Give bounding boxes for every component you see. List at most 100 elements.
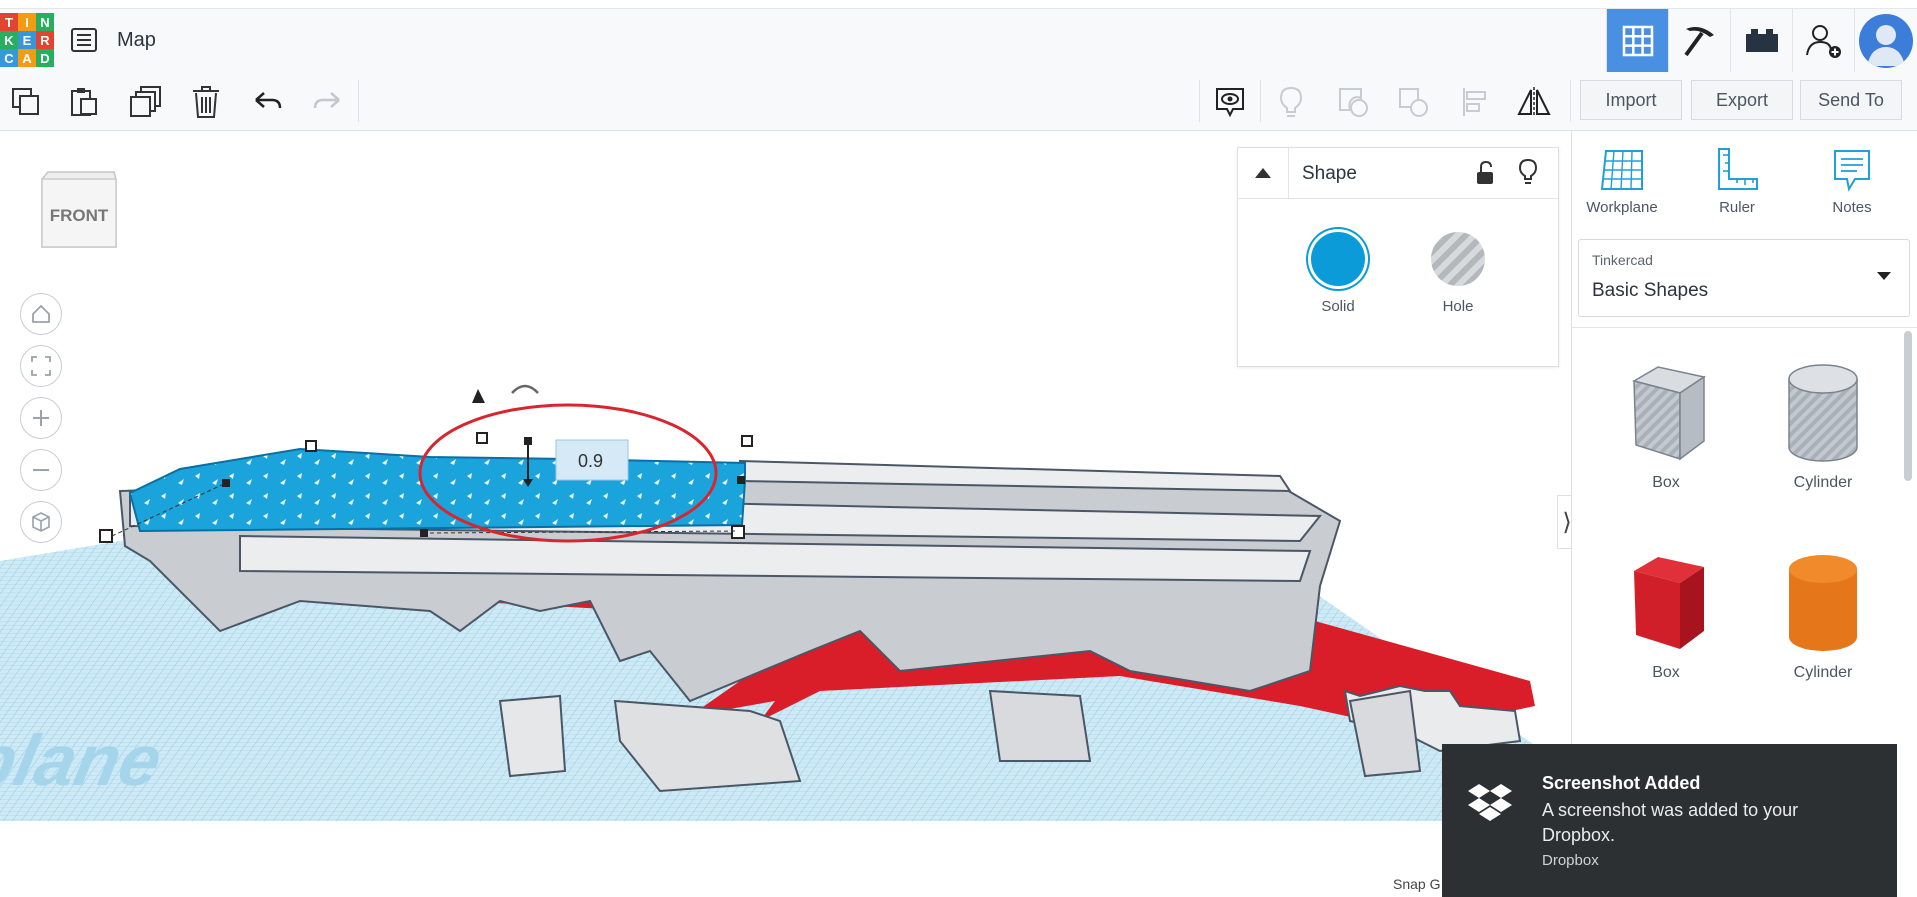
mirror-button[interactable]	[1514, 82, 1554, 122]
shape-label: Box	[1652, 474, 1680, 491]
grid-view-button[interactable]	[1606, 9, 1668, 72]
logo-letter: A	[18, 49, 36, 67]
logo-letter: E	[18, 31, 36, 49]
hide-toggle[interactable]	[1518, 158, 1538, 191]
ruler-tool[interactable]: Ruler	[1687, 147, 1787, 216]
hole-label: Hole	[1442, 298, 1474, 315]
duplicate-icon	[130, 86, 161, 117]
shape-card-cylinder[interactable]: Cylinder	[1763, 359, 1883, 492]
panel-divider	[1572, 327, 1917, 328]
mirror-icon	[1517, 87, 1551, 117]
invite-button[interactable]	[1792, 9, 1854, 72]
selected-state-top[interactable]	[128, 447, 746, 533]
blocks-button[interactable]	[1730, 9, 1792, 72]
zoom-in-button[interactable]	[20, 397, 62, 439]
show-icon	[1216, 88, 1244, 118]
workplane-tool[interactable]: Workplane	[1572, 147, 1672, 216]
dimension-input[interactable]: 0.9	[578, 451, 603, 471]
shape-card-cylinder[interactable]: Cylinder	[1763, 549, 1883, 682]
workplane-watermark: orkplane	[0, 721, 169, 801]
design-title[interactable]: Map	[117, 29, 156, 52]
ungroup-button[interactable]	[1393, 82, 1433, 122]
toast-title: Screenshot Added	[1542, 773, 1701, 793]
logo-letter: R	[36, 31, 54, 49]
build-button[interactable]	[1668, 9, 1730, 72]
zoom-out-button[interactable]	[20, 449, 62, 491]
edit-toolbar: Import Export Send To	[0, 72, 1917, 131]
dropbox-icon	[1468, 782, 1512, 827]
shape-card-box[interactable]: Box	[1606, 549, 1726, 682]
inspector-header: Shape	[1238, 148, 1558, 199]
lift-arrow-icon[interactable]	[472, 389, 485, 403]
toast-message: A screenshot was added to your Dropbox.	[1542, 800, 1799, 845]
solid-swatch[interactable]	[1311, 232, 1365, 286]
send-to-button[interactable]: Send To	[1800, 80, 1902, 120]
home-view-button[interactable]	[20, 293, 62, 335]
align-button[interactable]	[1455, 82, 1495, 122]
delete-button[interactable]	[186, 82, 226, 122]
paste-button[interactable]	[64, 82, 104, 122]
light-bulb-icon	[1518, 158, 1538, 184]
shape-card-box[interactable]: Box	[1606, 359, 1726, 492]
perspective-button[interactable]	[20, 501, 62, 543]
notes-tool[interactable]: Notes	[1802, 147, 1902, 216]
tinkercad-logo[interactable]: T I N K E R C A D	[0, 13, 54, 67]
profile-button[interactable]	[1854, 9, 1917, 72]
delete-icon	[193, 86, 219, 118]
grid-view-icon	[1622, 25, 1653, 56]
logo-letter: K	[0, 31, 18, 49]
light-bulb-button[interactable]	[1271, 82, 1311, 122]
collapse-inspector-button[interactable]	[1238, 148, 1289, 198]
solid-option[interactable]: Solid	[1298, 232, 1378, 315]
workplane-icon	[1600, 150, 1643, 190]
ruler-label: Ruler	[1719, 199, 1755, 216]
lock-toggle[interactable]	[1474, 160, 1496, 191]
group-button[interactable]	[1333, 82, 1373, 122]
box-hole-icon	[1632, 366, 1706, 461]
panel-scrollbar[interactable]	[1904, 331, 1912, 481]
logo-letter: C	[0, 49, 18, 67]
caret-up-icon	[1255, 168, 1271, 178]
hole-option[interactable]: Hole	[1418, 232, 1498, 315]
hole-swatch[interactable]	[1431, 232, 1485, 286]
undo-icon	[255, 92, 282, 109]
shape-library-dropdown[interactable]: Tinkercad Basic Shapes	[1578, 239, 1910, 317]
logo-letter: D	[36, 49, 54, 67]
view-cube[interactable]: FRONT	[36, 169, 118, 255]
duplicate-button[interactable]	[126, 82, 166, 122]
import-button[interactable]: Import	[1580, 80, 1682, 120]
copy-button[interactable]	[6, 82, 46, 122]
perspective-icon	[32, 512, 50, 532]
library-name: Basic Shapes	[1592, 280, 1709, 301]
unlock-icon	[1477, 160, 1493, 184]
pickaxe-icon	[1683, 26, 1714, 56]
zoom-out-icon	[33, 469, 49, 471]
fit-view-button[interactable]	[20, 345, 62, 387]
inspector-title: Shape	[1302, 163, 1357, 184]
light-bulb-icon	[1279, 86, 1303, 117]
dropbox-notification[interactable]: Screenshot Added A screenshot was added …	[1442, 744, 1897, 897]
shape-label: Cylinder	[1793, 664, 1853, 681]
toolbar-divider	[1260, 80, 1261, 122]
toast-source: Dropbox	[1542, 852, 1599, 869]
solid-label: Solid	[1321, 298, 1355, 315]
show-all-button[interactable]	[1210, 82, 1250, 122]
snap-grid-label[interactable]: Snap G	[1393, 876, 1440, 892]
paste-icon	[71, 88, 97, 116]
export-button[interactable]: Export	[1691, 80, 1793, 120]
home-icon	[32, 304, 50, 323]
logo-letter: N	[36, 13, 54, 31]
workplane-label: Workplane	[1586, 199, 1658, 216]
rotate-handle-icon[interactable]	[511, 384, 539, 394]
shape-label: Box	[1652, 664, 1680, 681]
ungroup-icon	[1399, 88, 1428, 117]
undo-button[interactable]	[248, 82, 288, 122]
cylinder-hole-icon	[1788, 364, 1858, 462]
bricks-icon	[1745, 28, 1778, 52]
design-list-icon[interactable]	[70, 26, 98, 54]
redo-button[interactable]	[307, 82, 347, 122]
svg-text:FRONT: FRONT	[50, 206, 109, 225]
shape-label: Cylinder	[1793, 474, 1853, 491]
ruler-icon	[1718, 148, 1758, 190]
invite-user-icon	[1805, 24, 1841, 58]
